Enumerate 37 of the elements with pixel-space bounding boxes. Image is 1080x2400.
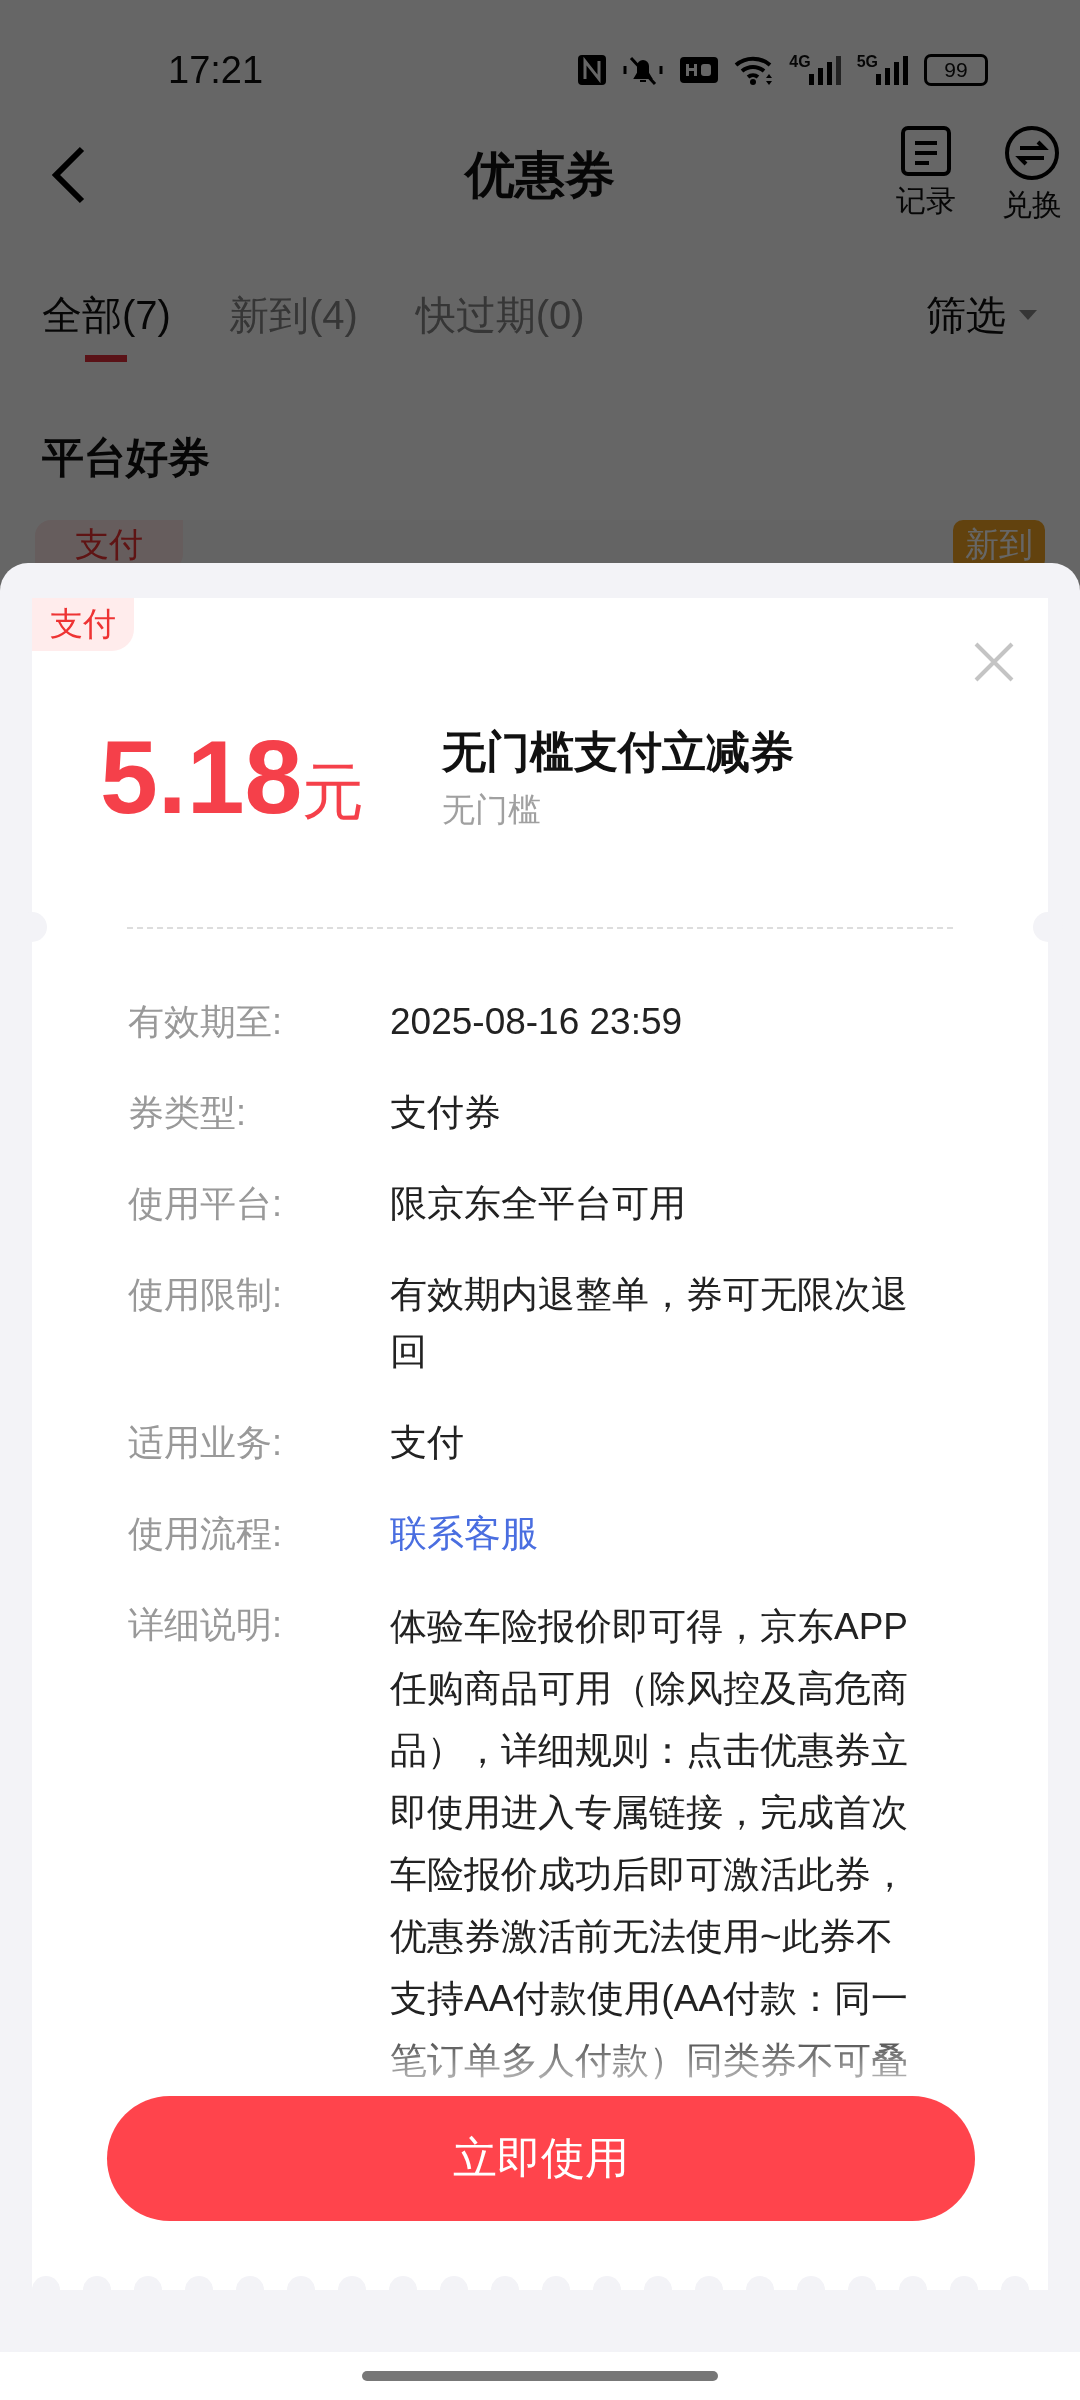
detail-value: 2025-08-16 23:59 bbox=[390, 1000, 684, 1044]
exchange-icon bbox=[1004, 124, 1060, 181]
header-action[interactable]: 兑换 bbox=[1002, 124, 1062, 226]
network-label: 4G bbox=[789, 54, 811, 70]
close-icon[interactable] bbox=[972, 640, 1016, 684]
detail-label: 使用限制: bbox=[128, 1273, 283, 1317]
caret-icon bbox=[1018, 308, 1038, 322]
status-time: 17:21 bbox=[168, 48, 264, 93]
detail-value: 体验车险报价即可得，京东APP任购商品可用（除风控及高危商品），详细规则：点击优惠券立即使用进入专属链接，完成首次车险报价成功后即可激活此券，优惠券激活前无法使用~此券不支持AA付款使用(AA付款：同一笔订单多人付款）同类券不可叠 bbox=[390, 1605, 910, 2083]
contact-link[interactable]: 联系客服 bbox=[390, 1505, 925, 1562]
filter-dropdown[interactable]: 筛选 bbox=[926, 287, 1038, 343]
detail-value: 支付 bbox=[390, 1421, 465, 1465]
detail-label: 详细说明: bbox=[128, 1603, 283, 1647]
detail-label: 使用平台: bbox=[128, 1182, 283, 1226]
detail-label: 适用业务: bbox=[128, 1421, 283, 1465]
section-title: 平台好券 bbox=[42, 433, 211, 483]
document-icon bbox=[900, 124, 952, 177]
detail-value: 支付券 bbox=[390, 1091, 502, 1135]
detail-value: 限京东全平台可用 bbox=[390, 1182, 687, 1226]
coupon-condition: 无门槛 bbox=[442, 789, 542, 830]
coupon-title: 无门槛支付立减券 bbox=[442, 725, 794, 778]
coupon-amount: 5.18元 bbox=[100, 718, 366, 837]
detail-label: 使用流程: bbox=[128, 1512, 283, 1556]
coupon-tag: 支付 bbox=[32, 598, 134, 651]
use-now-button[interactable]: 立即使用 bbox=[107, 2096, 975, 2221]
header-action[interactable]: 记录 bbox=[896, 124, 956, 226]
nfc-icon bbox=[577, 54, 608, 86]
page-title: 优惠券 bbox=[463, 145, 616, 205]
mute-bell-icon bbox=[621, 54, 666, 86]
network-label: 5G bbox=[856, 54, 878, 70]
detail-label: 有效期至: bbox=[128, 1000, 283, 1044]
tab[interactable]: 全部(7) bbox=[42, 268, 171, 362]
detail-value: 有效期内退整单，券可无限次退回 bbox=[390, 1273, 909, 1374]
home-indicator[interactable] bbox=[362, 2371, 718, 2381]
detail-label: 券类型: bbox=[128, 1091, 247, 1135]
hd-icon bbox=[679, 56, 720, 84]
battery-icon: 99 bbox=[924, 54, 988, 86]
